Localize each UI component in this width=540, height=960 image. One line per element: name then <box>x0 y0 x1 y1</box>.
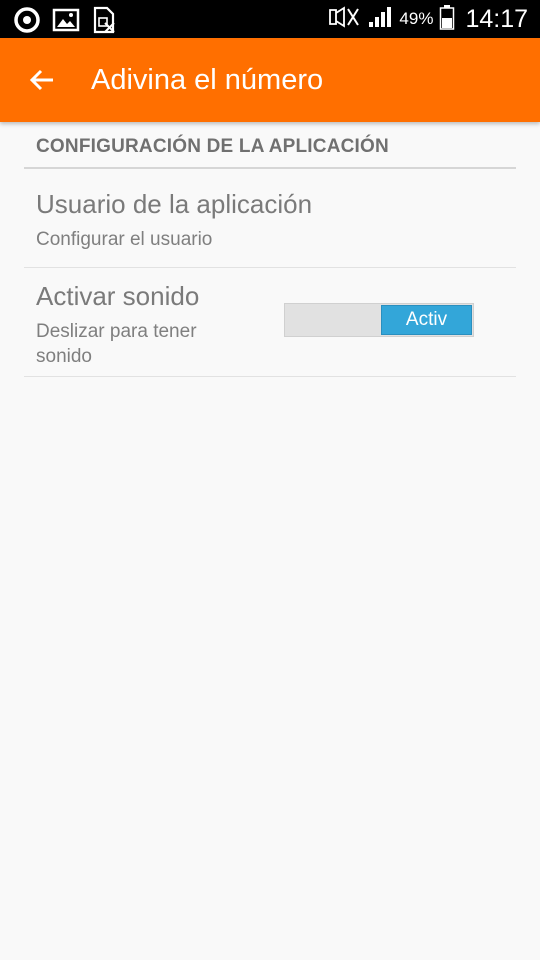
status-bar-system: 49% 14:17 <box>327 4 528 34</box>
pref-user-title: Usuario de la aplicación <box>36 189 313 219</box>
sound-switch-label: Activ <box>405 309 448 330</box>
pref-sound[interactable]: Activar sonido Deslizar para tener sonid… <box>24 268 516 377</box>
pref-sound-summary: Deslizar para tener sonido <box>36 321 197 367</box>
pref-user-summary: Configurar el usuario <box>36 229 213 250</box>
settings-category-header: CONFIGURACIÓN DE LA APLICACIÓN <box>24 122 516 169</box>
app-title: Adivina el número <box>91 64 324 96</box>
status-bar: 49% 14:17 <box>0 0 540 38</box>
no-sim-icon <box>92 6 116 39</box>
opera-icon <box>14 7 40 38</box>
signal-icon <box>367 5 393 34</box>
pref-sound-title: Activar sonido <box>36 281 200 311</box>
pref-user[interactable]: Usuario de la aplicación Configurar el u… <box>24 169 516 268</box>
app-bar: Adivina el número <box>0 38 540 122</box>
mute-icon <box>327 5 361 34</box>
back-button[interactable] <box>22 60 62 100</box>
image-icon <box>52 8 80 37</box>
battery-percent: 49% <box>399 9 434 28</box>
status-bar-notifications <box>14 6 116 39</box>
sound-switch-thumb[interactable]: Activ <box>381 305 472 335</box>
category-title: CONFIGURACIÓN DE LA APLICACIÓN <box>36 136 389 157</box>
battery-icon <box>439 4 455 35</box>
sound-switch[interactable]: Activ <box>284 303 474 337</box>
arrow-back-icon <box>29 69 53 91</box>
clock: 14:17 <box>465 4 528 33</box>
